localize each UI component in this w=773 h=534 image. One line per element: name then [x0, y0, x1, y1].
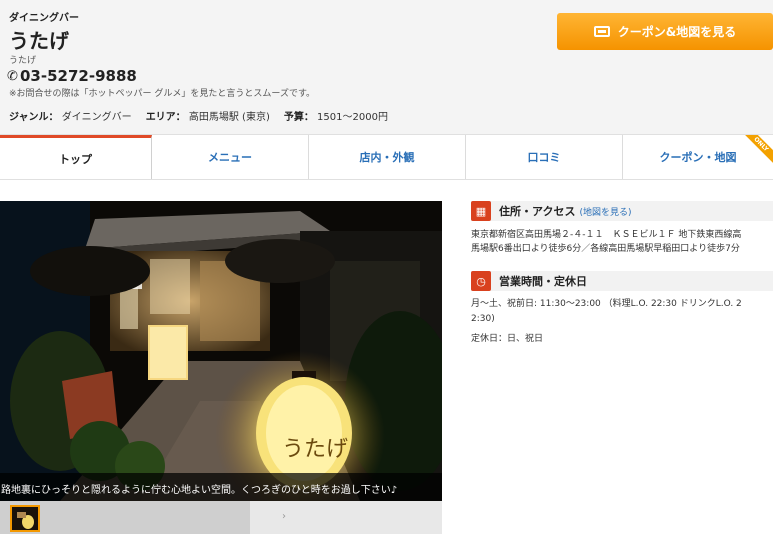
- area-label: エリア：: [145, 112, 186, 123]
- building-icon: ▦: [471, 201, 491, 221]
- access-title: 住所・アクセス: [499, 205, 576, 218]
- genre-small-label: ダイニングバー: [9, 13, 79, 24]
- lantern-text: うたげ: [282, 437, 348, 462]
- tab-menu[interactable]: メニュー: [152, 135, 309, 179]
- genre-info: ジャンル： ダイニングバー: [9, 108, 132, 123]
- shop-name: うたげ: [9, 29, 69, 53]
- phone-number[interactable]: ✆ 03-5272-9888: [7, 67, 137, 85]
- only-badge-text: ONLY: [743, 135, 773, 165]
- shop-tabs: トップ メニュー 店内・外観 口コミ クーポン・地図 ONLY: [0, 134, 773, 180]
- shop-header: ダイニングバー うたげ うたげ ✆ 03-5272-9888 ※お問合せの際は「…: [0, 0, 773, 134]
- tab-top-label: トップ: [59, 152, 92, 166]
- address-line-1: 東京都新宿区高田馬場２-４-１１ ＫＳＥビル１Ｆ 地下鉄東西線高: [471, 230, 742, 240]
- photo-caption: 路地裏にひっそりと隠れるように佇む心地よい空間。くつろぎのひと時をお過し下さい♪: [0, 473, 442, 501]
- address-line-2: 馬場駅6番出口より徒歩6分／各線高田馬場駅早稲田口より徒歩7分: [471, 244, 740, 254]
- hours-line-1: 月～土、祝前日: 11:30～23:00 （料理L.O. 22:30 ドリンクL…: [471, 299, 742, 309]
- main-photo[interactable]: うたげ: [0, 201, 442, 501]
- only-badge: ONLY: [743, 135, 773, 165]
- hours-line-2: 2:30): [471, 314, 495, 324]
- budget-label: 予算：: [283, 112, 314, 123]
- tab-coupon-map-label: クーポン・地図: [659, 151, 737, 164]
- budget-info: 予算： 1501～2000円: [284, 108, 388, 123]
- thumbnail-image: [12, 507, 38, 530]
- thumbnail-next-arrow[interactable]: ›: [282, 511, 286, 522]
- shop-kana: うたげ: [9, 56, 37, 66]
- hours-title: 営業時間・定休日: [499, 275, 587, 288]
- tab-menu-label: メニュー: [208, 151, 252, 164]
- hours-section-header: ◷ 営業時間・定休日: [471, 271, 773, 291]
- coupon-map-button[interactable]: クーポン&地図を見る: [557, 13, 773, 50]
- phone-number-text: 03-5272-9888: [20, 67, 137, 85]
- budget-value: 1501～2000円: [317, 112, 388, 123]
- genre-label: ジャンル：: [9, 112, 59, 123]
- storefront-night-image: うたげ: [0, 201, 442, 501]
- photo-thumbnail[interactable]: [10, 505, 40, 532]
- tab-interior-label: 店内・外観: [359, 151, 415, 164]
- genre-value: ダイニングバー: [61, 112, 132, 123]
- area-info: エリア： 高田馬場駅 (東京): [146, 108, 270, 123]
- coupon-map-button-label: クーポン&地図を見る: [617, 25, 737, 39]
- phone-icon: ✆: [7, 68, 18, 84]
- tab-reviews[interactable]: 口コミ: [466, 135, 623, 179]
- clock-icon: ◷: [471, 271, 491, 291]
- closed-days: 定休日：日、祝日: [471, 334, 544, 344]
- access-section-header: ▦ 住所・アクセス (地図を見る): [471, 201, 773, 221]
- tab-coupon-map[interactable]: クーポン・地図 ONLY: [623, 135, 773, 179]
- tab-reviews-label: 口コミ: [527, 151, 561, 164]
- phone-note: ※お問合せの際は「ホットペッパー グルメ」を見たと言うとスムーズです。: [9, 89, 316, 99]
- coupon-ticket-icon: [593, 26, 610, 37]
- area-value: 高田馬場駅 (東京): [188, 112, 270, 123]
- shop-meta: ジャンル： ダイニングバー エリア： 高田馬場駅 (東京) 予算： 1501～2…: [9, 108, 388, 123]
- tab-interior[interactable]: 店内・外観: [309, 135, 466, 179]
- map-link[interactable]: (地図を見る): [579, 205, 631, 218]
- tab-top[interactable]: トップ: [0, 135, 152, 179]
